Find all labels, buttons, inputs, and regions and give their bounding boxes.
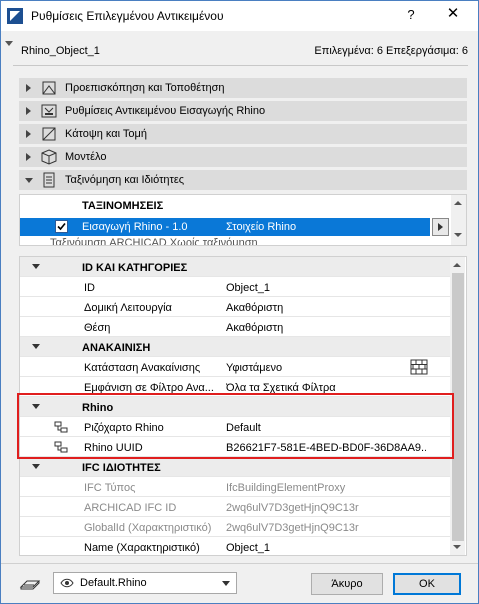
object-name: Rhino_Object_1	[21, 45, 100, 57]
favorites-icon[interactable]	[19, 577, 41, 591]
divider	[1, 563, 478, 564]
window-title: Ρυθμίσεις Επιλεγμένου Αντικειμένου	[31, 9, 224, 23]
classification-properties-icon	[43, 172, 55, 188]
expand-arrow-icon	[26, 107, 31, 115]
cancel-button[interactable]: Άκυρο	[311, 573, 383, 595]
property-value[interactable]: Ακαθόριστη	[226, 322, 426, 334]
close-button[interactable]: ✕	[441, 4, 465, 22]
property-value[interactable]: Object_1	[226, 542, 426, 554]
classifications-header: ΤΑΞΙΝΟΜΗΣΕΙΣ	[82, 200, 164, 212]
expand-arrow-icon	[26, 153, 31, 161]
divider	[13, 65, 468, 66]
classifications-panel: ΤΑΞΙΝΟΜΗΣΕΙΣ Εισαγωγή Rhino - 1.0 Στοιχε…	[19, 194, 467, 246]
model-cube-icon	[41, 149, 57, 165]
collapse-arrow-icon	[25, 178, 33, 183]
floor-plan-section-icon	[42, 127, 56, 141]
classification-system: Εισαγωγή Rhino - 1.0	[82, 221, 188, 233]
property-value[interactable]: Υφιστάμενο	[226, 362, 426, 374]
group-ifc-properties[interactable]: IFC ΙΔΙΟΤΗΤΕΣ	[20, 457, 450, 477]
chevron-down-icon	[222, 581, 230, 586]
archicad-app-icon	[7, 8, 23, 24]
scroll-up-icon[interactable]	[453, 263, 461, 267]
eye-icon	[60, 578, 74, 588]
property-row[interactable]: Δομική Λειτουργία Ακαθόριστη	[20, 297, 450, 317]
section-model[interactable]: Μοντέλο	[19, 147, 467, 167]
classification-value: Στοιχείο Rhino	[226, 221, 297, 233]
property-name: ARCHICAD IFC ID	[84, 502, 177, 514]
property-value[interactable]: Object_1	[226, 282, 426, 294]
property-name: Κατάσταση Ανακαίνισης	[84, 362, 201, 374]
group-id-categories[interactable]: ID ΚΑΙ ΚΑΤΗΓΟΡΙΕΣ	[20, 257, 450, 277]
classification-row-selected[interactable]: Εισαγωγή Rhino - 1.0 Στοιχείο Rhino	[20, 218, 430, 236]
scroll-down-icon[interactable]	[453, 545, 461, 549]
classification-row-partial[interactable]: Ταξινόμηση ARCHICAD Χωρίς ταξινόμηση	[50, 237, 430, 245]
pin-arrow-icon[interactable]	[5, 41, 13, 46]
collapse-arrow-icon	[32, 344, 40, 349]
property-row[interactable]: Θέση Ακαθόριστη	[20, 317, 450, 337]
classification-picker-button[interactable]	[432, 218, 449, 236]
collapse-arrow-icon	[32, 464, 40, 469]
property-row[interactable]: Name (Χαρακτηριστικό) Object_1	[20, 537, 450, 555]
property-value: IfcBuildingElementProxy	[226, 482, 346, 494]
property-name: Θέση	[84, 322, 111, 334]
classification-checkbox[interactable]	[55, 220, 68, 233]
favorite-value: Default.Rhino	[80, 577, 147, 589]
rhino-import-settings-icon	[41, 104, 57, 118]
property-name: Name (Χαρακτηριστικό)	[84, 542, 200, 554]
property-row[interactable]: GlobalId (Χαρακτηριστικό) 2wq6ulV7D3getH…	[20, 517, 450, 537]
scroll-down-icon[interactable]	[454, 233, 462, 237]
collapse-arrow-icon	[32, 264, 40, 269]
section-label: Κάτοψη και Τομή	[65, 128, 147, 140]
property-value: 2wq6ulV7D3getHjnQ9C13r	[226, 502, 359, 514]
property-name: IFC Τύπος	[84, 482, 136, 494]
dialog-window: Ρυθμίσεις Επιλεγμένου Αντικειμένου ? ✕ R…	[0, 0, 479, 604]
section-floor-plan-section[interactable]: Κάτοψη και Τομή	[19, 124, 467, 144]
property-row[interactable]: Κατάσταση Ανακαίνισης Υφιστάμενο	[20, 357, 450, 377]
preview-placement-icon	[42, 81, 56, 95]
section-label: Μοντέλο	[65, 151, 107, 163]
property-row[interactable]: ID Object_1	[20, 277, 450, 297]
property-value: 2wq6ulV7D3getHjnQ9C13r	[226, 522, 359, 534]
checkmark-icon	[57, 222, 66, 231]
property-name: GlobalId (Χαρακτηριστικό)	[84, 522, 212, 534]
selection-info: Επιλεγμένα: 6 Επεξεργάσιμα: 6	[314, 45, 468, 57]
property-name: Δομική Λειτουργία	[84, 302, 172, 314]
help-button[interactable]: ?	[401, 7, 421, 22]
property-row[interactable]: ARCHICAD IFC ID 2wq6ulV7D3getHjnQ9C13r	[20, 497, 450, 517]
section-rhino-import-settings[interactable]: Ρυθμίσεις Αντικειμένου Εισαγωγής Rhino	[19, 101, 467, 121]
ok-button[interactable]: OK	[393, 573, 461, 595]
property-value[interactable]: Ακαθόριστη	[226, 302, 426, 314]
group-label: IFC ΙΔΙΟΤΗΤΕΣ	[82, 462, 161, 474]
property-name: ID	[84, 282, 95, 294]
highlight-box	[17, 393, 454, 459]
group-label: ID ΚΑΙ ΚΑΤΗΓΟΡΙΕΣ	[82, 262, 188, 274]
favorite-dropdown[interactable]: Default.Rhino	[53, 572, 237, 594]
section-preview-placement[interactable]: Προεπισκόπηση και Τοποθέτηση	[19, 78, 467, 98]
section-label: Ρυθμίσεις Αντικειμένου Εισαγωγής Rhino	[65, 105, 266, 117]
property-row[interactable]: IFC Τύπος IfcBuildingElementProxy	[20, 477, 450, 497]
group-renovation[interactable]: ΑΝΑΚΑΙΝΙΣΗ	[20, 337, 450, 357]
scroll-up-icon[interactable]	[454, 201, 462, 205]
section-label: Προεπισκόπηση και Τοποθέτηση	[65, 82, 225, 94]
expand-arrow-icon	[26, 84, 31, 92]
brick-wall-icon[interactable]	[410, 359, 428, 375]
section-classification-properties[interactable]: Ταξινόμηση και Ιδιότητες	[19, 170, 467, 190]
group-label: ΑΝΑΚΑΙΝΙΣΗ	[82, 342, 151, 354]
classifications-scrollbar[interactable]	[451, 195, 466, 245]
section-label: Ταξινόμηση και Ιδιότητες	[65, 174, 185, 186]
expand-arrow-icon	[26, 130, 31, 138]
title-bar[interactable]: Ρυθμίσεις Επιλεγμένου Αντικειμένου ? ✕	[1, 1, 478, 31]
